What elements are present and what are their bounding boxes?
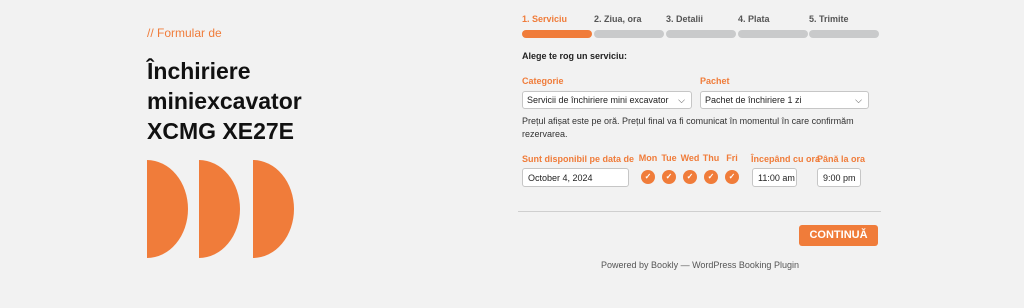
day-label-thu: Thu: [702, 153, 720, 163]
half-circle-shape: [199, 160, 240, 258]
step-detalii[interactable]: 3. Detalii: [666, 14, 736, 38]
date-input[interactable]: October 4, 2024: [522, 168, 629, 187]
step-bar: [666, 30, 736, 38]
step-trimite[interactable]: 5. Trimite: [809, 14, 879, 38]
step-plata[interactable]: 4. Plata: [738, 14, 808, 38]
title-line: Închiriere: [147, 58, 251, 84]
package-select[interactable]: Pachet de închiriere 1 zi ⌵: [700, 91, 869, 109]
time-from-label: Începând cu ora: [751, 154, 821, 164]
day-checkbox-wed[interactable]: ✓: [683, 170, 697, 184]
chevron-down-icon: ⌵: [678, 95, 685, 105]
half-circle-shape: [253, 160, 294, 258]
continue-button[interactable]: CONTINUĂ: [799, 225, 878, 246]
step-label: 2. Ziua, ora: [594, 14, 642, 24]
step-bar: [738, 30, 808, 38]
step-progress: 1. Serviciu 2. Ziua, ora 3. Detalii 4. P…: [522, 14, 879, 38]
half-circle-shape: [147, 160, 188, 258]
package-value: Pachet de închiriere 1 zi: [705, 95, 802, 105]
step-bar: [522, 30, 592, 38]
page-title: Închiriere miniexcavator XCMG XE27E: [147, 56, 302, 146]
service-prompt: Alege te rog un serviciu:: [522, 51, 628, 61]
divider: [518, 211, 881, 212]
package-label: Pachet: [700, 76, 730, 86]
day-label-fri: Fri: [726, 153, 738, 163]
date-label: Sunt disponibil pe data de: [522, 154, 635, 164]
price-info-text: Prețul afișat este pe oră. Prețul final …: [522, 116, 854, 139]
title-line: miniexcavator: [147, 88, 302, 114]
day-checkbox-fri[interactable]: ✓: [725, 170, 739, 184]
step-ziua-ora[interactable]: 2. Ziua, ora: [594, 14, 664, 38]
time-from-select[interactable]: 11:00 am: [752, 168, 797, 187]
day-label-wed: Wed: [680, 153, 700, 163]
day-checkbox-mon[interactable]: ✓: [641, 170, 655, 184]
step-label: 4. Plata: [738, 14, 770, 24]
powered-by-text: Powered by Bookly — WordPress Booking Pl…: [601, 260, 799, 270]
chevron-down-icon: ⌵: [855, 95, 862, 105]
form-eyebrow: // Formular de: [147, 26, 222, 40]
day-label-mon: Mon: [638, 153, 658, 163]
category-value: Servicii de închiriere mini excavator: [527, 95, 669, 105]
title-line: XCMG XE27E: [147, 118, 294, 144]
day-label-tue: Tue: [661, 153, 677, 163]
step-serviciu[interactable]: 1. Serviciu: [522, 14, 592, 38]
step-bar: [809, 30, 879, 38]
day-checkbox-tue[interactable]: ✓: [662, 170, 676, 184]
time-to-select[interactable]: 9:00 pm: [817, 168, 861, 187]
category-label: Categorie: [522, 76, 564, 86]
step-bar: [594, 30, 664, 38]
decorative-half-circles: [147, 160, 294, 258]
time-to-label: Până la ora: [817, 154, 866, 164]
step-label: 3. Detalii: [666, 14, 704, 24]
day-checkbox-thu[interactable]: ✓: [704, 170, 718, 184]
step-label: 1. Serviciu: [522, 14, 568, 24]
category-select[interactable]: Servicii de închiriere mini excavator ⌵: [522, 91, 692, 109]
step-label: 5. Trimite: [809, 14, 849, 24]
